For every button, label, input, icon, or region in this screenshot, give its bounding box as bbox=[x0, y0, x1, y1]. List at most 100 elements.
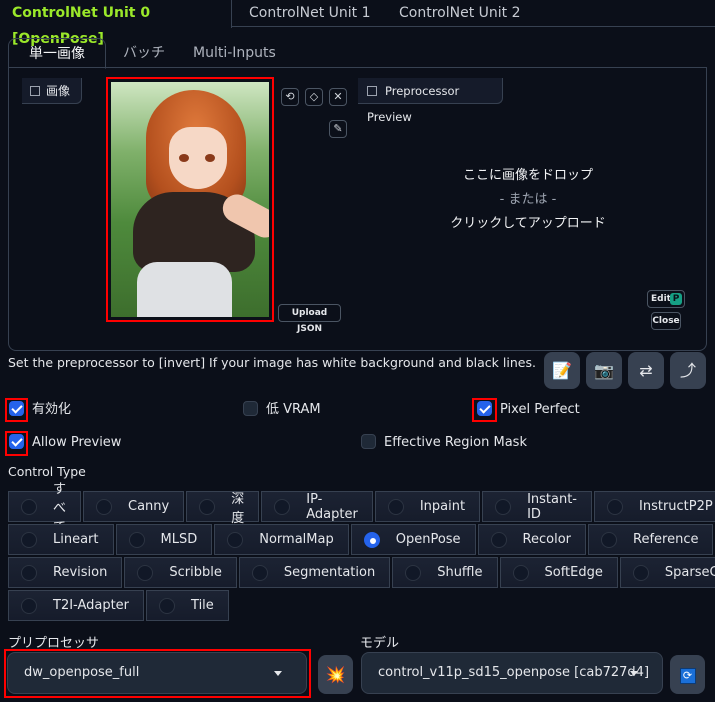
control-type-option[interactable]: Shuffle bbox=[392, 557, 498, 588]
radio-button[interactable] bbox=[21, 498, 37, 515]
radio-button[interactable] bbox=[495, 498, 512, 515]
notepad-icon[interactable]: 📝 bbox=[544, 352, 580, 389]
low-vram-checkbox[interactable]: 低 VRAM bbox=[243, 399, 321, 421]
radio-button[interactable] bbox=[363, 531, 380, 548]
radio-button[interactable] bbox=[251, 564, 268, 581]
refresh-models-button[interactable]: ⟳ bbox=[670, 655, 705, 694]
checkbox-effective-region-mask[interactable] bbox=[361, 434, 376, 449]
allow-preview-checkbox[interactable]: Allow Preview bbox=[9, 432, 121, 454]
explosion-icon: 💥 bbox=[325, 665, 346, 684]
control-type-option[interactable]: SparseCtrl bbox=[619, 557, 715, 588]
control-type-option[interactable]: 深度 bbox=[186, 491, 260, 526]
control-type-option-label: Segmentation bbox=[283, 565, 376, 580]
radio-button[interactable] bbox=[137, 564, 154, 581]
radio-button[interactable] bbox=[274, 498, 291, 515]
tab-controlnet-unit-1[interactable]: ControlNet Unit 1 bbox=[237, 0, 383, 27]
radio-button[interactable] bbox=[387, 498, 404, 515]
control-type-option[interactable]: Lineart bbox=[8, 524, 114, 555]
invert-hint: Set the preprocessor to [invert] If your… bbox=[8, 355, 536, 370]
control-type-option[interactable]: OpenPose bbox=[350, 524, 476, 555]
control-type-option-label: T2I-Adapter bbox=[53, 598, 130, 613]
control-type-option[interactable]: IP-Adapter bbox=[261, 491, 373, 522]
control-type-option[interactable]: Inpaint bbox=[374, 491, 481, 522]
radio-button[interactable] bbox=[405, 564, 422, 581]
control-type-option-label: Revision bbox=[53, 565, 108, 580]
close-icon[interactable]: ✕ bbox=[329, 88, 347, 106]
control-type-option[interactable]: MLSD bbox=[115, 524, 213, 555]
checkbox-low-vram[interactable] bbox=[243, 401, 258, 416]
control-type-label: Control Type bbox=[8, 464, 86, 479]
tab-multi-inputs[interactable]: Multi-Inputs bbox=[193, 38, 276, 68]
input-image[interactable] bbox=[106, 77, 274, 322]
control-type-row: T2I-Adapter Tile bbox=[8, 590, 707, 621]
eraser-icon[interactable]: ◇ bbox=[305, 88, 323, 106]
control-type-option[interactable]: NormalMap bbox=[214, 524, 349, 555]
preprocessor-dropdown[interactable]: dw_openpose_full bbox=[7, 652, 307, 694]
radio-button[interactable] bbox=[490, 531, 507, 548]
undo-icon[interactable]: ⟲ bbox=[281, 88, 299, 106]
tab-single-image[interactable]: 単一画像 bbox=[8, 38, 106, 69]
enable-checkbox[interactable]: 有効化 bbox=[9, 399, 71, 421]
control-type-option[interactable]: Tile bbox=[146, 590, 229, 621]
send-arrow-icon[interactable]: ⤴ bbox=[670, 352, 706, 389]
radio-button[interactable] bbox=[601, 531, 618, 548]
preview-drop-zone[interactable]: ここに画像をドロップ - または - クリックしてアップロード bbox=[418, 164, 638, 236]
control-type-row: すべて Canny 深度 IP-Adapter Inpaint Instant-ID Ins… bbox=[8, 482, 715, 535]
control-type-option-label: MLSD bbox=[160, 532, 198, 547]
photopea-icon: P bbox=[670, 293, 682, 305]
checkbox-pixel-perfect[interactable] bbox=[477, 401, 492, 416]
drop-text-click-upload: クリックしてアップロード bbox=[450, 216, 606, 231]
controlnet-unit-tabs: ControlNet Unit 0 [OpenPose] ControlNet … bbox=[0, 0, 715, 47]
camera-icon[interactable]: 📷 bbox=[586, 352, 622, 389]
radio-button[interactable] bbox=[607, 498, 623, 515]
control-type-option-label: Recolor bbox=[522, 532, 572, 547]
drop-text-or: - または - bbox=[499, 192, 557, 207]
radio-button[interactable] bbox=[21, 531, 37, 548]
run-preprocessor-button[interactable]: 💥 bbox=[318, 655, 353, 694]
control-type-option[interactable]: Scribble bbox=[124, 557, 237, 588]
control-type-option[interactable]: Recolor bbox=[477, 524, 587, 555]
radio-button[interactable] bbox=[21, 597, 37, 614]
control-type-option[interactable]: Reference bbox=[588, 524, 714, 555]
radio-button[interactable] bbox=[96, 498, 112, 515]
control-type-option[interactable]: SoftEdge bbox=[499, 557, 618, 588]
control-type-option[interactable]: Canny bbox=[83, 491, 185, 522]
radio-button[interactable] bbox=[632, 564, 649, 581]
control-type-option[interactable]: T2I-Adapter bbox=[8, 590, 145, 621]
control-type-option[interactable]: Revision bbox=[8, 557, 123, 588]
checkbox-allow-preview[interactable] bbox=[9, 434, 24, 449]
pixel-perfect-checkbox[interactable]: Pixel Perfect bbox=[477, 399, 580, 421]
control-type-option[interactable]: Segmentation bbox=[238, 557, 391, 588]
brush-icon[interactable]: ✎ bbox=[329, 120, 347, 138]
tab-batch[interactable]: バッチ bbox=[123, 38, 165, 68]
drop-text-line1: ここに画像をドロップ bbox=[462, 168, 593, 183]
radio-button[interactable] bbox=[159, 597, 176, 614]
control-type-option-label: OpenPose bbox=[395, 532, 461, 547]
control-type-option[interactable]: InstructP2P bbox=[594, 491, 715, 522]
close-preview-button[interactable]: Close bbox=[651, 312, 681, 330]
edit-button[interactable]: Edit P bbox=[647, 290, 685, 308]
effective-region-mask-checkbox[interactable]: Effective Region Mask bbox=[361, 432, 527, 454]
radio-button[interactable] bbox=[21, 564, 37, 581]
checkbox-enable[interactable] bbox=[9, 401, 24, 416]
swap-icon[interactable]: ⇄ bbox=[628, 352, 664, 389]
control-type-option[interactable]: すべて bbox=[8, 482, 81, 535]
radio-button[interactable] bbox=[199, 498, 216, 515]
control-type-option-label: SoftEdge bbox=[544, 565, 603, 580]
control-type-option-label: SparseCtrl bbox=[664, 565, 715, 580]
radio-button[interactable] bbox=[227, 531, 244, 548]
radio-button[interactable] bbox=[512, 564, 529, 581]
model-label: モデル bbox=[360, 636, 400, 651]
control-type-option-label: Shuffle bbox=[437, 565, 483, 580]
upload-json-button[interactable]: Upload JSON bbox=[278, 304, 341, 334]
tab-controlnet-unit-2[interactable]: ControlNet Unit 2 bbox=[387, 0, 533, 27]
refresh-icon: ⟳ bbox=[679, 667, 696, 684]
model-dropdown[interactable]: control_v11p_sd15_openpose [cab727d4] bbox=[361, 652, 663, 694]
control-type-option-label: Tile bbox=[191, 598, 214, 613]
radio-button[interactable] bbox=[128, 531, 145, 548]
control-type-option-label: Inpaint bbox=[419, 499, 466, 514]
control-type-option-label: Scribble bbox=[169, 565, 222, 580]
tab-controlnet-unit-0[interactable]: ControlNet Unit 0 [OpenPose] bbox=[0, 0, 232, 47]
control-type-option-label: Reference bbox=[633, 532, 699, 547]
control-type-option[interactable]: Instant-ID bbox=[482, 491, 592, 522]
